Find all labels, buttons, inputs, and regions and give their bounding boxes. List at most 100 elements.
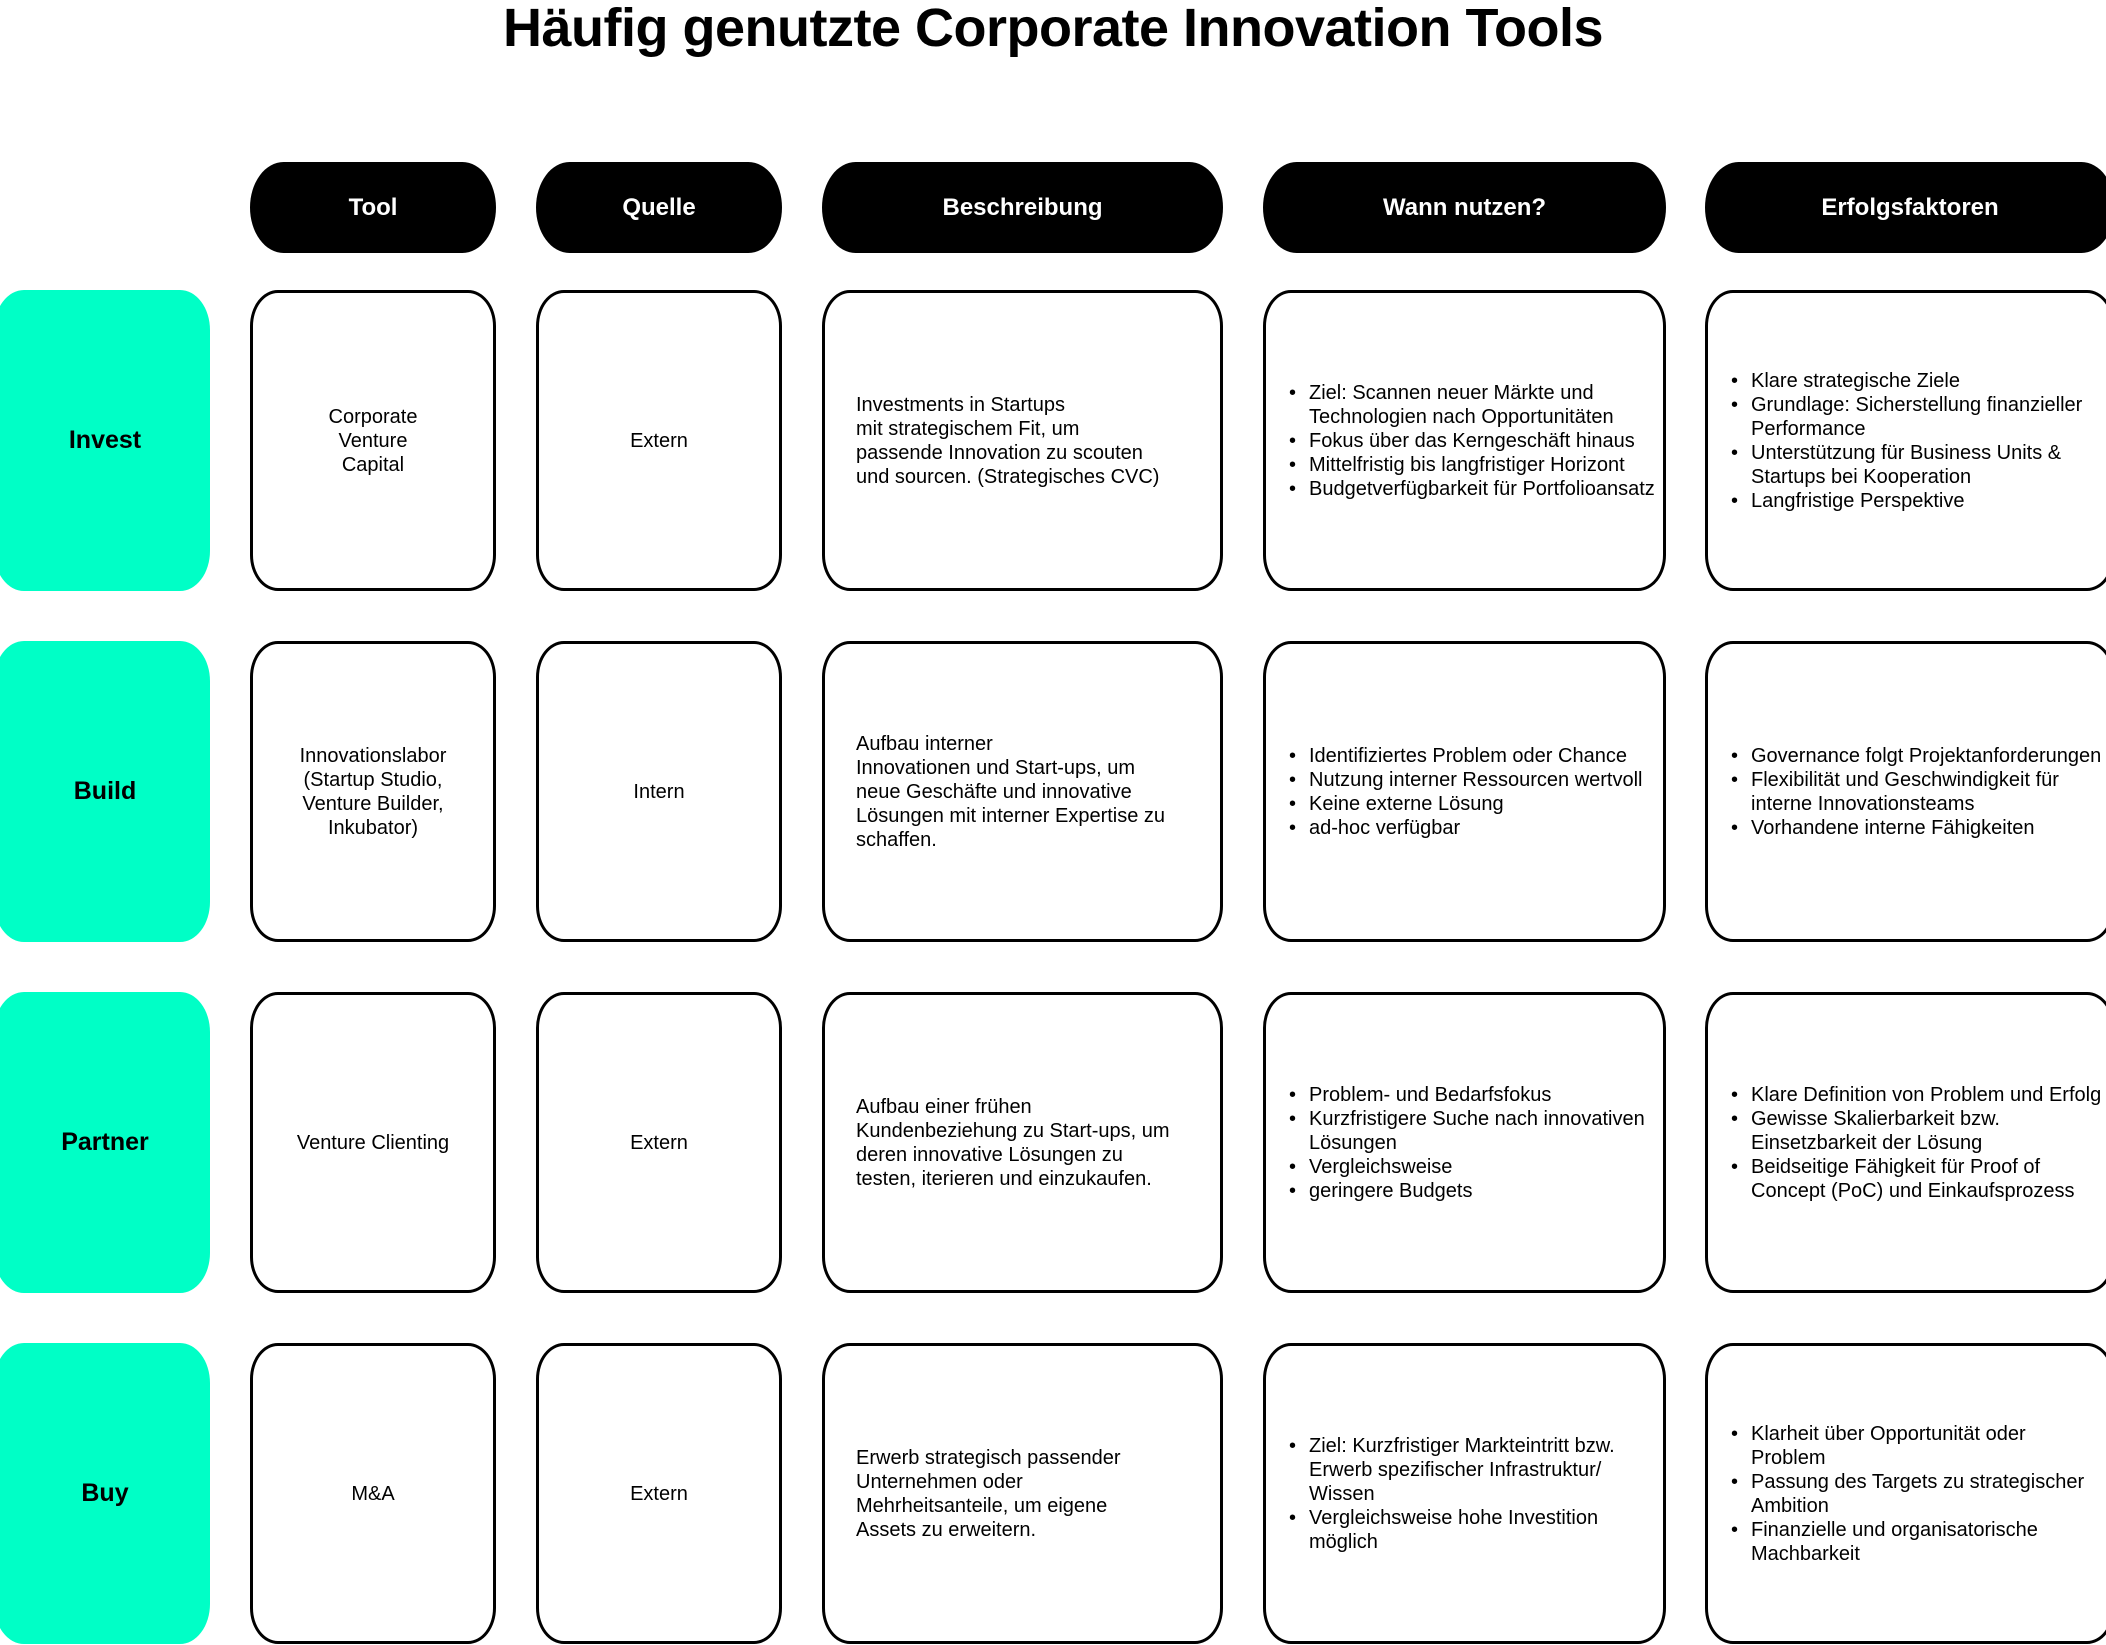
- bullet-icon: •: [1731, 1470, 1739, 1493]
- bullet-list: • Identifiziertes Problem oder Chance • Nut…: [1266, 744, 1651, 840]
- bullet-text: Mittelfristig bis langfristiger Horizont: [1309, 453, 1625, 476]
- bullet-text: ad-hoc verfügbar: [1309, 816, 1461, 839]
- bullet-item: • Identifiziertes Problem oder Chance: [1289, 744, 1643, 768]
- bullet-icon: •: [1289, 792, 1297, 815]
- bullet-text: Kurzfristigere Suche nach innovativen Lö…: [1309, 1107, 1645, 1154]
- bullet-item: • Kurzfristigere Suche nach innovativen L…: [1289, 1107, 1655, 1155]
- row-label-text: Partner: [61, 1128, 149, 1156]
- bullet-text: Ziel: Kurzfristiger Markteintritt bzw. E…: [1309, 1434, 1615, 1505]
- bullet-text: Vorhandene interne Fähigkeiten: [1751, 816, 2035, 839]
- bullet-icon: •: [1289, 1155, 1297, 1178]
- cell-tool: Innovationslabor (Startup Studio, Ventur…: [250, 641, 496, 942]
- header-erfolgsfaktoren: Erfolgsfaktoren: [1705, 162, 2106, 253]
- bullet-item: • Fokus über das Kerngeschäft hinaus: [1289, 429, 1655, 453]
- bullet-icon: •: [1289, 1083, 1297, 1106]
- bullet-list: • Klare Definition von Problem und Erfolg…: [1708, 1083, 2106, 1203]
- bullet-item: • Budgetverfügbarkeit für Portfolioansatz: [1289, 477, 1655, 501]
- bullet-item: • Nutzung interner Ressourcen wertvoll: [1289, 768, 1643, 792]
- bullet-list: • Klarheit über Opportunität oder Problem…: [1708, 1422, 2106, 1566]
- cell-beschreibung: Erwerb strategisch passender Unternehmen…: [822, 1343, 1223, 1644]
- cell-wann-nutzen: • Ziel: Kurzfristiger Markteintritt bzw. …: [1263, 1343, 1666, 1644]
- bullet-text: Identifiziertes Problem oder Chance: [1309, 744, 1627, 767]
- tool-name: Venture Clienting: [296, 1131, 450, 1154]
- bullet-item: • Flexibilität und Geschwindigkeit für in…: [1731, 768, 2104, 816]
- source-value: Extern: [630, 1131, 688, 1154]
- bullet-text: Grundlage: Sicherstellung finanzieller P…: [1751, 393, 2083, 440]
- description-text: Investments in Startups mit strategische…: [856, 393, 1160, 488]
- header-tool: Tool: [250, 162, 496, 253]
- row-label-partner: Partner: [0, 992, 210, 1293]
- cell-wann-nutzen: • Identifiziertes Problem oder Chance • Nut…: [1263, 641, 1666, 942]
- bullet-item: • Governance folgt Projektanforderungen: [1731, 744, 2104, 768]
- tool-name: Corporate Venture Capital: [328, 405, 418, 476]
- bullet-text: Passung des Targets zu strategischer Amb…: [1751, 1470, 2085, 1517]
- bullet-icon: •: [1731, 489, 1739, 512]
- bullet-item: • geringere Budgets: [1289, 1179, 1655, 1203]
- tool-name: M&A: [351, 1482, 395, 1505]
- cell-quelle: Extern: [536, 290, 782, 591]
- cell-wann-nutzen: • Problem- und Bedarfsfokus • Kurzfristiger…: [1263, 992, 1666, 1293]
- cell-erfolgsfaktoren: • Klare Definition von Problem und Erfolg…: [1705, 992, 2106, 1293]
- bullet-icon: •: [1731, 1422, 1739, 1445]
- row-label-text: Build: [73, 777, 137, 805]
- bullet-text: Budgetverfügbarkeit für Portfolioansatz: [1309, 477, 1655, 500]
- header-beschreibung: Beschreibung: [822, 162, 1223, 253]
- cell-quelle: Extern: [536, 1343, 782, 1644]
- bullet-list: • Ziel: Kurzfristiger Markteintritt bzw. …: [1266, 1434, 1663, 1554]
- bullet-icon: •: [1731, 369, 1739, 392]
- bullet-item: • Finanzielle und organisatorische Machba…: [1731, 1518, 2104, 1566]
- bullet-text: Governance folgt Projektanforderungen: [1751, 744, 2102, 767]
- row-label-text: Invest: [68, 426, 142, 454]
- row-label-invest: Invest: [0, 290, 210, 591]
- header-wann-nutzen: Wann nutzen?: [1263, 162, 1666, 253]
- description-text: Aufbau einer frühen Kundenbeziehung zu S…: [856, 1095, 1170, 1190]
- header-quelle: Quelle: [536, 162, 782, 253]
- cell-tool: Venture Clienting: [250, 992, 496, 1293]
- bullet-item: • Beidseitige Fähigkeit für Proof of Conc…: [1731, 1155, 2104, 1203]
- bullet-text: Vergleichsweise hohe Investition möglich: [1309, 1506, 1599, 1553]
- bullet-icon: •: [1731, 441, 1739, 464]
- bullet-item: • Keine externe Lösung: [1289, 792, 1643, 816]
- bullet-icon: •: [1731, 1518, 1739, 1541]
- bullet-text: Keine externe Lösung: [1309, 792, 1504, 815]
- bullet-icon: •: [1289, 1179, 1297, 1202]
- bullet-text: Finanzielle und organisatorische Machbar…: [1751, 1518, 2038, 1565]
- bullet-item: • Ziel: Scannen neuer Märkte und Technolo…: [1289, 381, 1655, 429]
- bullet-icon: •: [1731, 1155, 1739, 1178]
- bullet-icon: •: [1289, 1107, 1297, 1130]
- bullet-text: Nutzung interner Ressourcen wertvoll: [1309, 768, 1643, 791]
- bullet-icon: •: [1731, 816, 1739, 839]
- cell-beschreibung: Aufbau einer frühen Kundenbeziehung zu S…: [822, 992, 1223, 1293]
- cell-erfolgsfaktoren: • Klare strategische Ziele • Grundlage: Sic…: [1705, 290, 2106, 591]
- bullet-icon: •: [1289, 1434, 1297, 1457]
- bullet-list: • Klare strategische Ziele • Grundlage: Sic…: [1708, 369, 2106, 513]
- row-label-buy: Buy: [0, 1343, 210, 1644]
- cell-tool: Corporate Venture Capital: [250, 290, 496, 591]
- bullet-text: Beidseitige Fähigkeit für Proof of Conce…: [1751, 1155, 2075, 1202]
- row-label-text: Buy: [81, 1479, 129, 1507]
- tool-name: Innovationslabor (Startup Studio, Ventur…: [299, 744, 447, 839]
- bullet-icon: •: [1731, 1107, 1739, 1130]
- bullet-list: • Ziel: Scannen neuer Märkte und Technolo…: [1266, 381, 1663, 501]
- cell-quelle: Extern: [536, 992, 782, 1293]
- bullet-item: • Grundlage: Sicherstellung finanzieller …: [1731, 393, 2104, 441]
- bullet-icon: •: [1289, 744, 1297, 767]
- bullet-text: Vergleichsweise: [1309, 1155, 1453, 1178]
- cell-wann-nutzen: • Ziel: Scannen neuer Märkte und Technolo…: [1263, 290, 1666, 591]
- bullet-text: Problem- und Bedarfsfokus: [1309, 1083, 1552, 1106]
- bullet-text: Gewisse Skalierbarkeit bzw. Einsetzbarke…: [1751, 1107, 2000, 1154]
- bullet-icon: •: [1289, 381, 1297, 404]
- description-text: Aufbau interner Innovationen und Start-u…: [856, 732, 1166, 851]
- source-value: Extern: [630, 1482, 688, 1505]
- description-text: Erwerb strategisch passender Unternehmen…: [856, 1446, 1121, 1541]
- cell-beschreibung: Investments in Startups mit strategische…: [822, 290, 1223, 591]
- bullet-item: • Vergleichsweise: [1289, 1155, 1655, 1179]
- bullet-item: • Ziel: Kurzfristiger Markteintritt bzw. …: [1289, 1434, 1655, 1506]
- bullet-list: • Governance folgt Projektanforderungen • F…: [1708, 744, 2106, 840]
- bullet-icon: •: [1731, 393, 1739, 416]
- bullet-item: • Unterstützung für Business Units & Star…: [1731, 441, 2104, 489]
- bullet-icon: •: [1289, 429, 1297, 452]
- bullet-item: • Gewisse Skalierbarkeit bzw. Einsetzbark…: [1731, 1107, 2104, 1155]
- cell-quelle: Intern: [536, 641, 782, 942]
- bullet-text: geringere Budgets: [1309, 1179, 1473, 1202]
